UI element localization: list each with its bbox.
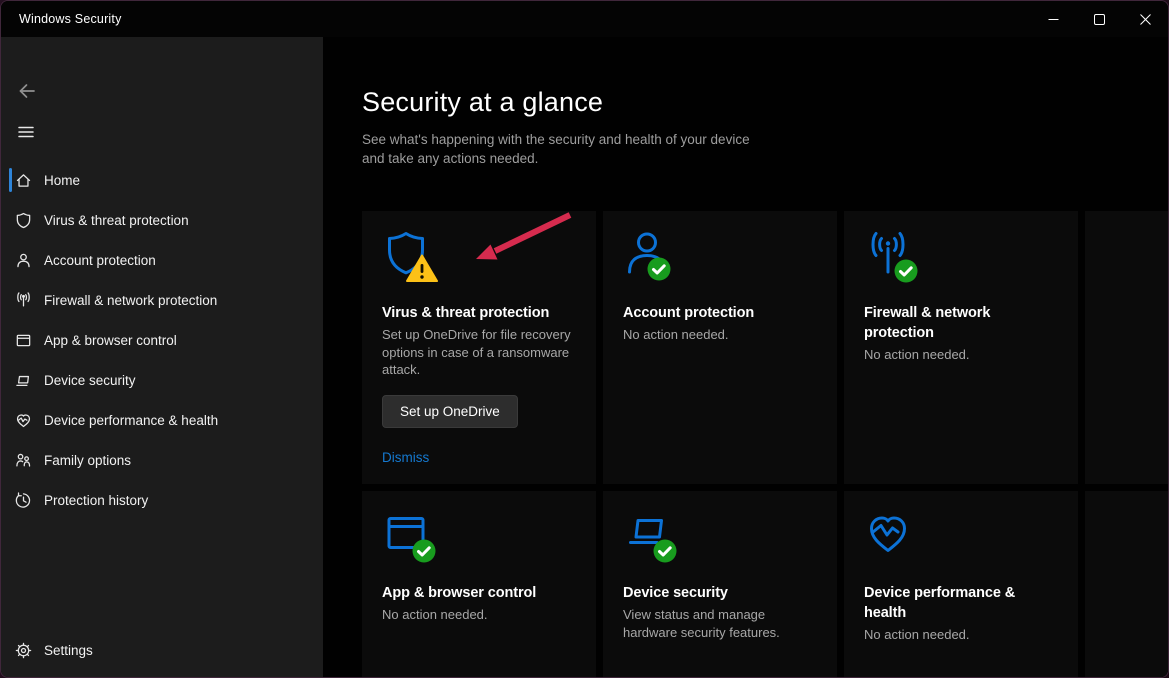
card-title: Account protection xyxy=(623,303,808,323)
window: Windows Security xyxy=(0,0,1169,678)
sidebar-item-label: Device performance & health xyxy=(44,413,218,428)
check-badge-icon xyxy=(412,539,436,563)
back-arrow-icon xyxy=(17,89,37,104)
sidebar-item-label: Account protection xyxy=(44,253,156,268)
sidebar-settings: Settings xyxy=(1,630,323,670)
card-description: No action needed. xyxy=(382,606,576,624)
page-title: Security at a glance xyxy=(362,87,1168,118)
minimize-button[interactable] xyxy=(1030,1,1076,37)
person-icon xyxy=(15,252,32,269)
selected-accent-bar xyxy=(9,168,12,192)
sidebar-item-app-browser-control[interactable]: App & browser control xyxy=(1,320,323,360)
hamburger-icon xyxy=(17,129,35,144)
close-button[interactable] xyxy=(1122,1,1168,37)
maximize-icon xyxy=(1094,14,1105,25)
gear-icon xyxy=(15,642,32,659)
window-title: Windows Security xyxy=(19,12,122,26)
sidebar-item-label: Firewall & network protection xyxy=(44,293,217,308)
sidebar-item-protection-history[interactable]: Protection history xyxy=(1,480,323,520)
check-badge-icon xyxy=(653,539,677,563)
card-description: Set up OneDrive for file recovery option… xyxy=(382,326,576,379)
card-title: Virus & threat protection xyxy=(382,303,567,323)
device-security-icon-box xyxy=(623,509,679,565)
home-icon xyxy=(15,172,32,189)
sidebar-item-family-options[interactable]: Family options xyxy=(1,440,323,480)
setup-onedrive-button[interactable]: Set up OneDrive xyxy=(382,395,518,428)
sidebar-item-account-protection[interactable]: Account protection xyxy=(1,240,323,280)
card-title: Firewall & network protection xyxy=(864,303,1049,343)
card-firewall-network-protection[interactable]: Firewall & network protection No action … xyxy=(844,211,1078,484)
card-description: No action needed. xyxy=(864,346,1058,364)
card-virus-threat-protection[interactable]: Virus & threat protection Set up OneDriv… xyxy=(362,211,596,484)
sidebar-item-home[interactable]: Home xyxy=(1,160,323,200)
sidebar-item-label: Protection history xyxy=(44,493,148,508)
card-description: View status and manage hardware security… xyxy=(623,606,817,641)
titlebar: Windows Security xyxy=(1,1,1168,37)
account-icon-box xyxy=(623,229,679,285)
warning-badge-icon xyxy=(406,254,438,283)
sidebar-item-device-performance-health[interactable]: Device performance & health xyxy=(1,400,323,440)
card-app-browser-control[interactable]: App & browser control No action needed. xyxy=(362,491,596,678)
maximize-button[interactable] xyxy=(1076,1,1122,37)
heart-pulse-icon xyxy=(15,412,32,429)
sidebar-item-label: App & browser control xyxy=(44,333,177,348)
app-browser-icon-box xyxy=(382,509,438,565)
card-device-security[interactable]: Device security View status and manage h… xyxy=(603,491,837,678)
minimize-icon xyxy=(1048,14,1059,25)
history-icon xyxy=(15,492,32,509)
sidebar-item-label: Family options xyxy=(44,453,131,468)
partial-card xyxy=(1085,211,1168,484)
app-window-icon xyxy=(15,332,32,349)
window-controls xyxy=(1030,1,1168,37)
card-title: Device performance & health xyxy=(864,583,1049,623)
card-account-protection[interactable]: Account protection No action needed. xyxy=(603,211,837,484)
check-badge-icon xyxy=(647,257,671,281)
device-performance-icon-box xyxy=(864,509,920,565)
cards-grid: Virus & threat protection Set up OneDriv… xyxy=(362,211,1168,678)
card-title: Device security xyxy=(623,583,808,603)
sidebar-nav: Home Virus & threat protection Account p… xyxy=(1,160,323,520)
sidebar-item-label: Home xyxy=(44,173,80,188)
sidebar-item-label: Virus & threat protection xyxy=(44,213,189,228)
main-content: Security at a glance See what's happenin… xyxy=(323,37,1168,678)
sidebar-item-label: Device security xyxy=(44,373,136,388)
page-subtitle: See what's happening with the security a… xyxy=(362,130,760,168)
sidebar-item-virus-threat-protection[interactable]: Virus & threat protection xyxy=(1,200,323,240)
virus-threat-icon-box xyxy=(382,229,438,285)
heart-pulse-icon xyxy=(864,509,912,557)
card-description: No action needed. xyxy=(623,326,817,344)
sidebar-item-firewall-network-protection[interactable]: Firewall & network protection xyxy=(1,280,323,320)
card-device-performance-health[interactable]: Device performance & health No action ne… xyxy=(844,491,1078,678)
family-icon xyxy=(15,452,32,469)
sidebar-item-label: Settings xyxy=(44,643,93,658)
sidebar: Home Virus & threat protection Account p… xyxy=(1,37,323,678)
network-icon xyxy=(15,292,32,309)
card-description: No action needed. xyxy=(864,626,1058,644)
shield-icon xyxy=(15,212,32,229)
menu-button[interactable] xyxy=(13,119,39,148)
sidebar-item-device-security[interactable]: Device security xyxy=(1,360,323,400)
card-title: App & browser control xyxy=(382,583,567,603)
close-icon xyxy=(1140,14,1151,25)
firewall-icon-box xyxy=(864,229,920,285)
laptop-icon xyxy=(15,372,32,389)
dismiss-link[interactable]: Dismiss xyxy=(382,450,429,465)
check-badge-icon xyxy=(894,259,918,283)
partial-card xyxy=(1085,491,1168,678)
sidebar-item-settings[interactable]: Settings xyxy=(1,630,323,670)
back-button[interactable] xyxy=(13,77,41,108)
